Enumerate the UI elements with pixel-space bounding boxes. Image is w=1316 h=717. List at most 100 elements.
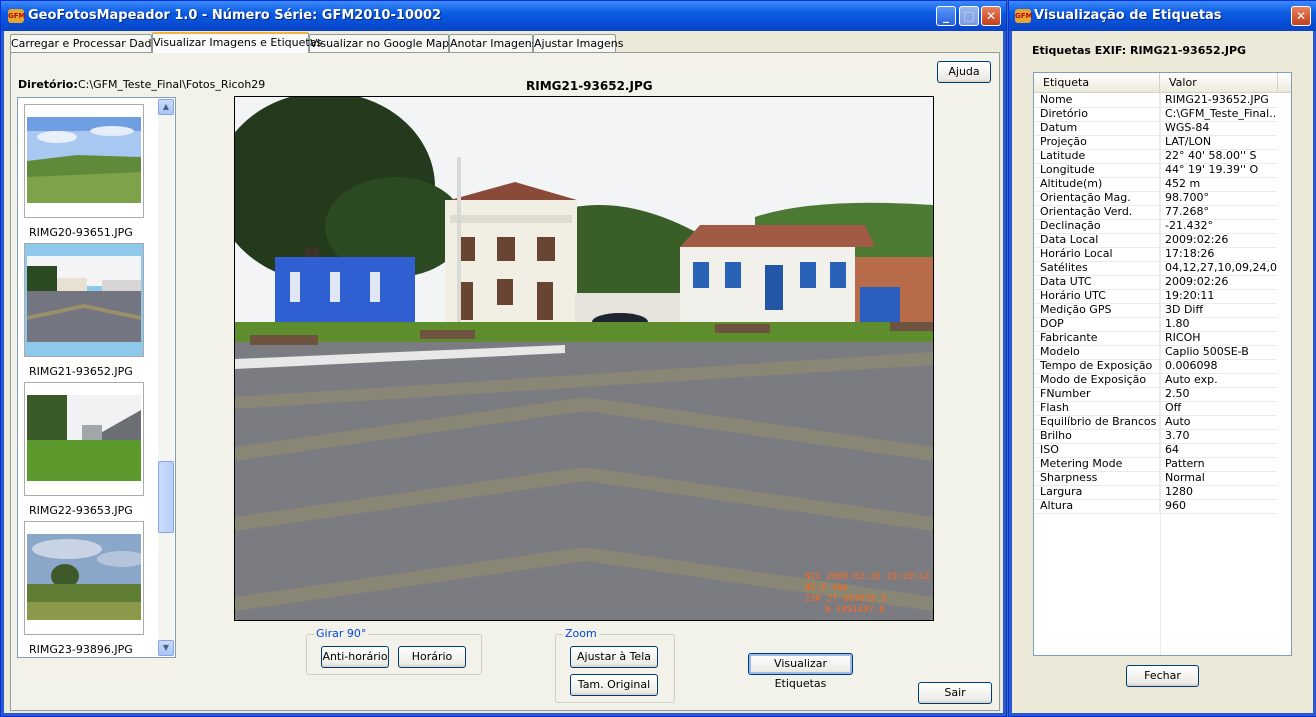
exif-row[interactable]: Longitude 44° 19' 19.39'' O (1034, 163, 1277, 178)
exif-key: ISO (1034, 443, 1160, 457)
exif-row[interactable]: Orientação Verd. 77.268° (1034, 205, 1277, 220)
exif-key: Largura (1034, 485, 1160, 499)
column-header-value[interactable]: Valor (1160, 73, 1278, 92)
exif-row[interactable]: Equilíbrio de Brancos Auto (1034, 415, 1277, 430)
close-button[interactable]: Fechar (1126, 665, 1199, 687)
exif-row[interactable]: Declinação -21.432° (1034, 219, 1277, 234)
tab-carregar[interactable]: Carregar e Processar Dados (10, 34, 164, 52)
exif-row[interactable]: Flash Off (1034, 401, 1277, 416)
thumbnail-item-selected[interactable]: RIMG21-93652.JPG (24, 243, 144, 378)
exif-table-header: Etiqueta Valor (1034, 73, 1291, 93)
minimize-icon[interactable]: _ (936, 6, 956, 26)
tags-titlebar[interactable]: GFM Visualização de Etiquetas ✕ (1009, 1, 1316, 31)
exif-row[interactable]: Horário UTC 19:20:11 (1034, 289, 1277, 304)
exif-value: LAT/LON (1165, 135, 1212, 148)
exif-row[interactable]: Orientação Mag. 98.700° (1034, 191, 1277, 206)
thumbnail-image (27, 395, 141, 481)
scroll-thumb[interactable] (158, 461, 174, 533)
exif-key: Medição GPS (1034, 303, 1160, 317)
exif-row[interactable]: Altitude(m) 452 m (1034, 177, 1277, 192)
thumbnail-caption: RIMG20-93651.JPG (29, 226, 133, 239)
thumbnail-item[interactable]: RIMG20-93651.JPG (24, 104, 144, 239)
exif-value: 22° 40' 58.00'' S (1165, 149, 1257, 162)
view-tags-button[interactable]: Visualizar Etiquetas (748, 653, 853, 690)
original-size-button[interactable]: Tam. Original (570, 674, 658, 696)
photo-overlay-line: N3:E 4mm (805, 583, 848, 593)
rotate-ccw-button[interactable]: Anti-horário (321, 646, 389, 668)
exif-value: 0.006098 (1165, 359, 1218, 372)
exif-row[interactable]: DOP 1.80 (1034, 317, 1277, 332)
maximize-icon[interactable]: □ (959, 6, 979, 26)
exif-value: 452 m (1165, 177, 1201, 190)
exif-row[interactable]: Metering Mode Pattern (1034, 457, 1277, 472)
exif-key: FNumber (1034, 387, 1160, 401)
photo-overlay-line: NIC 2009:02:26 19:20:14 (805, 572, 930, 582)
exif-row[interactable]: Modelo Caplio 500SE-B (1034, 345, 1277, 360)
exif-row[interactable]: Projeção LAT/LON (1034, 135, 1277, 150)
exif-value: 64 (1165, 443, 1179, 456)
exif-row[interactable]: Data Local 2009:02:26 (1034, 233, 1277, 248)
exif-row[interactable]: Tempo de Exposição 0.006098 (1034, 359, 1277, 374)
help-button[interactable]: Ajuda (937, 61, 991, 83)
thumbnail-scrollbar[interactable]: ▲ ▼ (158, 99, 174, 656)
tab-google-maps[interactable]: Visualizar no Google Maps (309, 34, 455, 52)
tab-anotar[interactable]: Anotar Imagens (449, 34, 537, 52)
thumbnail-caption: RIMG22-93653.JPG (29, 504, 133, 517)
exif-value: RIMG21-93652.JPG (1165, 93, 1269, 106)
exif-key: Latitude (1034, 149, 1160, 163)
main-titlebar[interactable]: GFM GeoFotosMapeador 1.0 - Número Série:… (1, 1, 1006, 31)
rotate-cw-button[interactable]: Horário (398, 646, 466, 668)
exif-value: 2009:02:26 (1165, 275, 1229, 288)
thumbnail-list[interactable]: RIMG20-93651.JPG RIMG21-93652.JPG RIMG22… (17, 97, 176, 658)
exif-row[interactable]: Diretório C:\GFM_Teste_Final... (1034, 107, 1277, 122)
thumbnail-item[interactable]: RIMG23-93896.JPG (24, 521, 144, 656)
thumbnail-image (27, 117, 141, 203)
exif-row[interactable]: Sharpness Normal (1034, 471, 1277, 486)
exif-key: Orientação Mag. (1034, 191, 1160, 205)
exif-value: RICOH (1165, 331, 1201, 344)
exif-row[interactable]: Largura 1280 (1034, 485, 1277, 500)
close-icon[interactable]: ✕ (981, 6, 1001, 26)
main-window-title: GeoFotosMapeador 1.0 - Número Série: GFM… (28, 8, 442, 23)
exif-key: Declinação (1034, 219, 1160, 233)
exif-row[interactable]: Modo de Exposição Auto exp. (1034, 373, 1277, 388)
exif-value: 1280 (1165, 485, 1193, 498)
thumbnail-caption: RIMG21-93652.JPG (29, 365, 133, 378)
fit-to-screen-button[interactable]: Ajustar à Tela (570, 646, 658, 668)
exif-key: Horário Local (1034, 247, 1160, 261)
exif-row[interactable]: Medição GPS 3D Diff (1034, 303, 1277, 318)
column-header-key[interactable]: Etiqueta (1034, 73, 1160, 92)
exif-key: Orientação Verd. (1034, 205, 1160, 219)
exif-row[interactable]: Nome RIMG21-93652.JPG (1034, 93, 1277, 108)
exif-row[interactable]: Brilho 3.70 (1034, 429, 1277, 444)
exit-button[interactable]: Sair (918, 682, 992, 704)
exif-value: 98.700° (1165, 191, 1209, 204)
exif-row[interactable]: Altura 960 (1034, 499, 1277, 514)
exif-row[interactable]: Fabricante RICOH (1034, 331, 1277, 346)
exif-key: Horário UTC (1034, 289, 1160, 303)
thumbnail-item[interactable]: RIMG22-93653.JPG (24, 382, 144, 517)
tab-visualizar-imagens[interactable]: Visualizar Imagens e Etiquetas (152, 32, 322, 53)
thumbnail-frame (24, 104, 144, 218)
exif-row[interactable]: FNumber 2.50 (1034, 387, 1277, 402)
exif-row[interactable]: Datum WGS-84 (1034, 121, 1277, 136)
tags-heading: Etiquetas EXIF: RIMG21-93652.JPG (1032, 44, 1247, 57)
scroll-down-icon[interactable]: ▼ (158, 640, 174, 656)
exif-row[interactable]: ISO 64 (1034, 443, 1277, 458)
image-viewer[interactable]: NIC 2009:02:26 19:20:14 N3:E 4mm 23K 2T … (234, 96, 934, 621)
exif-row[interactable]: Horário Local 17:18:26 (1034, 247, 1277, 262)
directory-label: Diretório: (18, 78, 78, 91)
exif-key: Nome (1034, 93, 1160, 107)
exif-row[interactable]: Satélites 04,12,27,10,09,24,0... (1034, 261, 1277, 276)
exif-table[interactable]: Etiqueta Valor Nome RIMG21-93652.JPG Diret… (1033, 72, 1292, 656)
close-icon[interactable]: ✕ (1291, 6, 1311, 26)
exif-row[interactable]: Data UTC 2009:02:26 (1034, 275, 1277, 290)
exif-row[interactable]: Latitude 22° 40' 58.00'' S (1034, 149, 1277, 164)
exif-value: Normal (1165, 471, 1205, 484)
photo-overlay-line: N 2491497.0 (825, 605, 885, 615)
tab-ajustar[interactable]: Ajustar Imagens (533, 34, 624, 52)
exif-value: 1.80 (1165, 317, 1190, 330)
exif-key: DOP (1034, 317, 1160, 331)
exif-key: Fabricante (1034, 331, 1160, 345)
scroll-up-icon[interactable]: ▲ (158, 99, 174, 115)
